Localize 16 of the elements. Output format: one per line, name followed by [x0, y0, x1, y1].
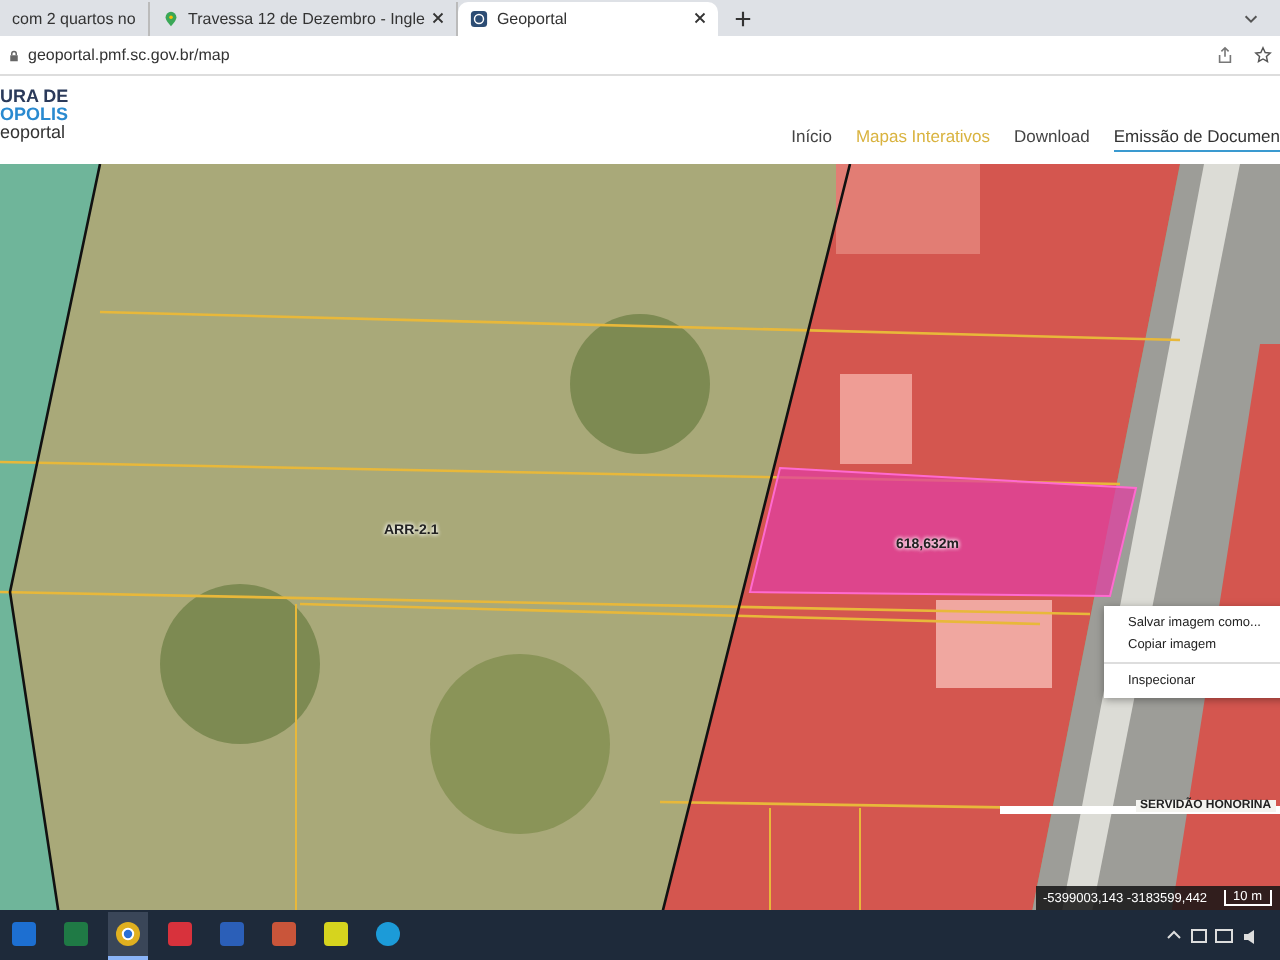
star-icon[interactable] [1254, 46, 1272, 65]
taskbar-app-icon[interactable] [108, 911, 148, 960]
nav-link[interactable]: Download [1014, 125, 1090, 152]
nav-link[interactable]: Emissão de Documen [1113, 125, 1280, 152]
close-icon[interactable] [694, 12, 707, 25]
close-icon[interactable] [432, 12, 445, 25]
browser-tab[interactable]: Geoportal [458, 1, 719, 36]
address-field[interactable]: geoportal.pmf.sc.gov.br/map [28, 46, 230, 65]
logo-text: eoportal [0, 123, 68, 142]
new-tab-icon[interactable] [734, 9, 753, 28]
lock-icon [8, 49, 20, 62]
map-pin-icon [162, 9, 180, 28]
share-icon[interactable] [1216, 46, 1234, 65]
logo-text: URA DE [0, 87, 69, 106]
nav-link[interactable]: Início [791, 125, 832, 152]
logo-text: OPOLIS [0, 105, 69, 124]
